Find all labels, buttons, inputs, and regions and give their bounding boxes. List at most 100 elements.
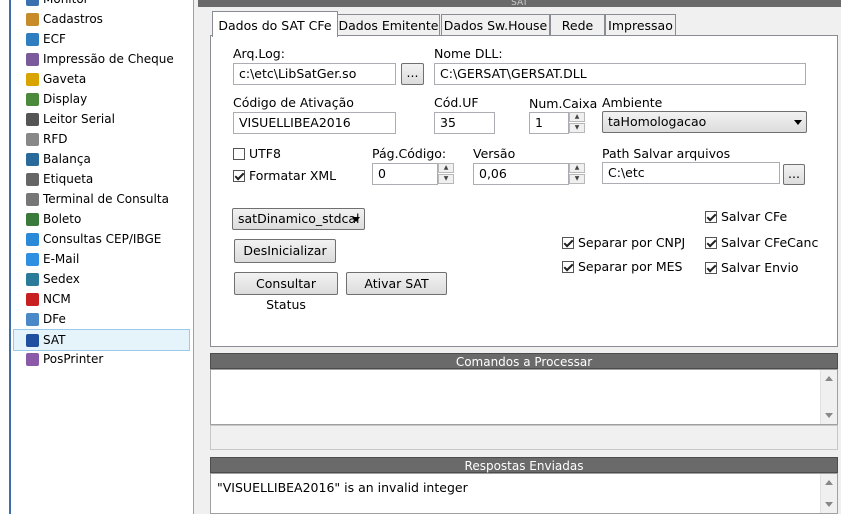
separar-cnpj-label: Separar por CNPJ [578,235,686,250]
comandos-scrollbar[interactable] [820,370,837,424]
scroll-down-icon[interactable] [825,502,833,507]
spin-down-icon[interactable]: ▼ [569,174,585,184]
section-title-bar: SAT [198,0,841,7]
tree-item-posprinter[interactable]: PosPrinter [26,349,192,369]
checkbox-box[interactable] [233,169,245,182]
formatar-xml-checkbox[interactable]: Formatar XML [233,168,336,183]
arq-log-label: Arq.Log: [233,46,285,61]
respostas-textarea[interactable]: "VISUELLIBEA2016" is an invalid integer [210,473,838,514]
salvar-envio-checkbox[interactable]: Salvar Envio [705,260,799,275]
tree-item-gaveta[interactable]: Gaveta [26,69,192,89]
tree-item-label: RFD [43,132,68,146]
tree-item-label: Gaveta [43,72,87,86]
tree-item-leitor-serial[interactable]: Leitor Serial [26,109,192,129]
module-tree[interactable]: Monitor Cadastros ECF Impressão de Cheque Ga… [0,0,194,514]
cod-uf-label: Cód.UF [434,95,479,110]
spin-down-icon[interactable]: ▼ [438,174,454,184]
checkbox-box[interactable] [705,236,717,249]
arq-log-input[interactable]: c:\etc\LibSatGer.so [233,63,396,85]
comandos-hscrollbar[interactable] [210,425,838,450]
tree-item-label: Monitor [43,0,89,6]
tree-item-label: SAT [43,333,66,347]
tree-item-label: Sedex [43,272,80,286]
ativar-sat-button[interactable]: Ativar SAT [346,272,447,295]
spin-up-icon[interactable]: ▲ [569,163,585,173]
scroll-down-icon[interactable] [825,413,833,418]
checkbox-box[interactable] [705,261,717,274]
modelo-value: satDinamico_stdcal [238,211,360,226]
tab-dados-sat-cfe[interactable]: Dados do SAT CFe [212,11,338,37]
tree-item-label: Consultas CEP/IBGE [43,232,162,246]
boleto-icon [26,212,39,226]
tab-rede[interactable]: Rede [550,14,605,36]
salvar-envio-label: Salvar Envio [721,260,799,275]
spin-up-icon[interactable]: ▲ [438,163,454,173]
tree-item-ncm[interactable]: NCM [26,289,192,309]
tab-impressao[interactable]: Impressao [605,14,676,36]
tree-item-sedex[interactable]: Sedex [26,269,192,289]
path-salvar-browse-button[interactable]: ... [783,164,805,185]
tree-item-impress-o-de-cheque[interactable]: Impressão de Cheque [26,49,192,69]
tab-dados-emitente[interactable]: Dados Emitente [337,14,440,36]
tree-item-label: DFe [43,312,66,326]
tree-item-consultas-cep-ibge[interactable]: Consultas CEP/IBGE [26,229,192,249]
tree-item-monitor[interactable]: Monitor [26,0,192,9]
separar-mes-label: Separar por MES [578,259,683,274]
tab-dados-sw-house[interactable]: Dados Sw.House [441,14,550,36]
pag-codigo-label: Pág.Código: [372,146,447,161]
tree-item-label: Terminal de Consulta [43,192,169,206]
versao-spinner[interactable]: ▲ ▼ [569,163,585,185]
separar-mes-checkbox[interactable]: Separar por MES [562,259,682,274]
codigo-ativacao-input[interactable]: VISUELLIBEA2016 [233,112,396,134]
tree-item-ecf[interactable]: ECF [26,29,192,49]
arq-log-browse-button[interactable]: ... [401,63,424,85]
gaveta-icon [26,72,39,86]
tree-item-etiqueta[interactable]: Etiqueta [26,169,192,189]
tree-item-dfe[interactable]: DFe [26,309,192,329]
tree-item-boleto[interactable]: Boleto [26,209,192,229]
tree-item-terminal-de-consulta[interactable]: Terminal de Consulta [26,189,192,209]
cadastros-icon [26,12,39,26]
respostas-scrollbar[interactable] [820,474,837,513]
desinicializar-button[interactable]: DesInicializar [234,239,336,263]
ambiente-select[interactable]: taHomologacao [602,111,807,133]
tree-item-e-mail[interactable]: E-Mail [26,249,192,269]
checkbox-box[interactable] [562,260,574,273]
modelo-select[interactable]: satDinamico_stdcal [232,208,365,230]
num-caixa-spinner[interactable]: ▲ ▼ [569,112,585,134]
consultar-status-button[interactable]: Consultar Status [234,272,338,312]
cheque-icon [26,52,39,66]
versao-input[interactable]: 0,06 [473,163,569,185]
tree-item-balan-a[interactable]: Balança [26,149,192,169]
spin-up-icon[interactable]: ▲ [569,112,585,122]
scroll-up-icon[interactable] [825,480,833,485]
terminal-icon [26,192,39,206]
pag-codigo-input[interactable]: 0 [372,163,438,185]
checkbox-box[interactable] [562,236,574,249]
tree-item-cadastros[interactable]: Cadastros [26,9,192,29]
separar-cnpj-checkbox[interactable]: Separar por CNPJ [562,235,685,250]
tree-item-label: PosPrinter [43,352,104,366]
utf8-checkbox[interactable]: UTF8 [233,146,281,161]
path-salvar-input[interactable]: C:\etc [602,162,780,184]
tree-item-display[interactable]: Display [26,89,192,109]
tree-item-rfd[interactable]: RFD [26,129,192,149]
spin-down-icon[interactable]: ▼ [569,123,585,133]
salvar-cfecanc-checkbox[interactable]: Salvar CFeCanc [705,235,818,250]
globe-icon [26,232,39,246]
cod-uf-input[interactable]: 35 [434,112,495,134]
num-caixa-input[interactable]: 1 [529,112,569,134]
nome-dll-input[interactable]: C:\GERSAT\GERSAT.DLL [434,63,806,85]
salvar-cfe-label: Salvar CFe [721,209,788,224]
pag-codigo-spinner[interactable]: ▲ ▼ [438,163,454,185]
tree-item-label: Display [43,92,88,106]
tree-item-sat[interactable]: SAT [13,329,190,351]
rfd-icon [26,132,39,146]
salvar-cfe-checkbox[interactable]: Salvar CFe [705,209,787,224]
ncm-icon [26,292,39,306]
versao-label: Versão [473,146,516,161]
checkbox-box[interactable] [705,210,717,223]
checkbox-box[interactable] [233,147,245,160]
comandos-textarea[interactable] [210,369,838,425]
scroll-up-icon[interactable] [825,376,833,381]
